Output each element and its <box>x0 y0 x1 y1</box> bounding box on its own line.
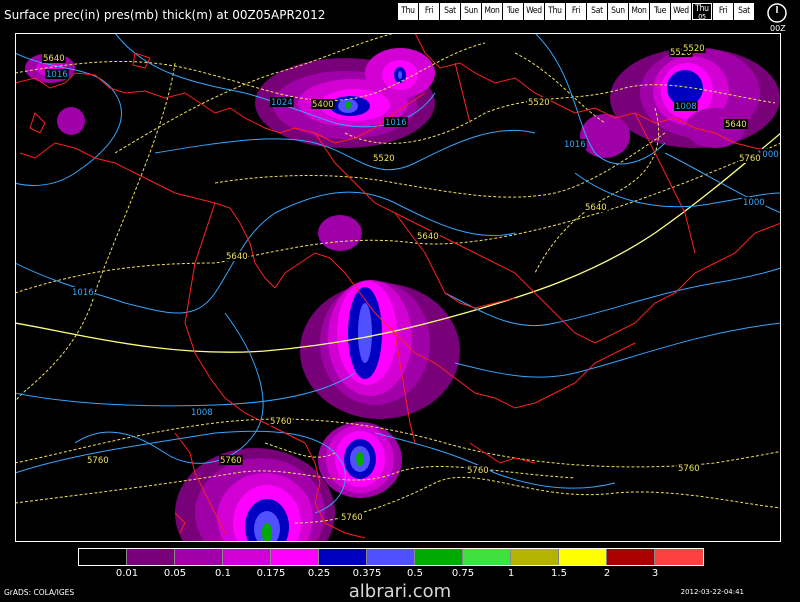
precip-legend-labels: 0.01 0.05 0.1 0.175 0.25 0.375 0.5 0.75 1 1.5 2 3 <box>78 568 723 582</box>
legend-label: 1 <box>507 568 515 579</box>
thickness-label: 5760 <box>678 464 700 474</box>
legend-label: 0.25 <box>307 568 331 579</box>
day-button[interactable]: Thu <box>398 3 418 20</box>
day-button[interactable]: Sun <box>461 3 481 20</box>
day-button[interactable]: Sat <box>734 3 754 20</box>
legend-label: 3 <box>651 568 659 579</box>
legend-swatch <box>367 549 415 565</box>
legend-swatch <box>319 549 367 565</box>
legend-label: 1.5 <box>551 568 567 579</box>
precip-legend <box>78 548 704 566</box>
legend-label: 0.75 <box>451 568 475 579</box>
thickness-label: 5520 <box>373 154 395 164</box>
day-button[interactable]: Wed <box>524 3 544 20</box>
isobar-label: 1016 <box>72 288 94 298</box>
legend-swatch <box>175 549 223 565</box>
thickness-label: 5760 <box>87 456 109 466</box>
day-label: Wed <box>673 6 689 16</box>
day-label: Sun <box>611 6 625 16</box>
day-label: Fri <box>718 6 728 16</box>
legend-swatch <box>223 549 271 565</box>
legend-label: 0.1 <box>215 568 231 579</box>
legend-swatch <box>415 549 463 565</box>
isobar-label: 1024 <box>271 98 293 108</box>
isobar-label: 1016 <box>564 140 586 150</box>
day-label: Thu <box>401 6 415 16</box>
day-button[interactable]: Tue <box>503 3 523 20</box>
legend-swatch <box>655 549 703 565</box>
day-button[interactable]: Thu <box>545 3 565 20</box>
isobar-label: 1008 <box>675 102 697 112</box>
day-label: Wed <box>526 6 542 16</box>
day-button[interactable]: Sat <box>440 3 460 20</box>
day-button[interactable]: Wed <box>671 3 691 20</box>
day-number: 05 <box>698 13 706 21</box>
day-button[interactable]: Mon <box>629 3 649 20</box>
thickness-label: 5760 <box>467 466 489 476</box>
weather-map[interactable]: 1016102410161016101610081008100010005640… <box>15 33 781 542</box>
day-label: Thu <box>548 6 562 16</box>
thickness-label: 5520 <box>683 44 705 54</box>
day-button[interactable]: Fri <box>419 3 439 20</box>
legend-label: 0.05 <box>163 568 187 579</box>
day-button[interactable]: Thu 05 <box>692 3 712 21</box>
legend-swatch <box>271 549 319 565</box>
day-label: Mon <box>484 6 500 16</box>
thickness-label: 5640 <box>725 120 747 130</box>
day-button[interactable]: Fri <box>713 3 733 20</box>
day-button[interactable]: Sun <box>608 3 628 20</box>
thickness-label: 5640 <box>43 54 65 64</box>
legend-swatch <box>127 549 175 565</box>
legend-swatch <box>79 549 127 565</box>
thickness-label: 5640 <box>585 203 607 213</box>
thickness-label: 5760 <box>739 154 761 164</box>
isobar-label: 1008 <box>191 408 213 418</box>
day-label: Sat <box>738 6 750 16</box>
timestamp: 2012-03-22-04:41 <box>680 588 744 596</box>
thickness-label: 5640 <box>417 232 439 242</box>
legend-label: 0.5 <box>407 568 423 579</box>
thickness-label: 5760 <box>270 417 292 427</box>
isobar-label: 1016 <box>385 118 407 128</box>
legend-swatch <box>607 549 655 565</box>
legend-label: 0.01 <box>115 568 139 579</box>
thickness-label: 5400 <box>312 100 334 110</box>
legend-label: 0.375 <box>352 568 382 579</box>
day-label: Tue <box>506 6 520 16</box>
day-label: Tue <box>653 6 667 16</box>
thickness-label: 5640 <box>226 252 248 262</box>
thickness-label: 5520 <box>528 98 550 108</box>
map-title: Surface prec(in) pres(mb) thick(m) at 00… <box>4 8 326 22</box>
isobar-label: 1016 <box>46 70 68 80</box>
thickness-label: 5760 <box>220 456 242 466</box>
legend-swatch <box>511 549 559 565</box>
thickness-label: 5760 <box>341 513 363 523</box>
clock-label: 00Z <box>770 24 786 33</box>
day-label: Sat <box>591 6 603 16</box>
day-label: Fri <box>571 6 581 16</box>
clock-icon <box>767 3 787 23</box>
day-label: Mon <box>631 6 647 16</box>
day-button[interactable]: Mon <box>482 3 502 20</box>
legend-swatch <box>463 549 511 565</box>
isobar-label: 1000 <box>743 198 765 208</box>
day-selector[interactable]: Thu Fri Sat Sun Mon Tue Wed Thu Fri Sat Sun Mon Tue W… <box>398 3 755 21</box>
day-label: Sun <box>464 6 478 16</box>
legend-label: 2 <box>603 568 611 579</box>
day-label: Sat <box>444 6 456 16</box>
legend-label: 0.175 <box>256 568 286 579</box>
day-label: Fri <box>424 6 434 16</box>
day-button[interactable]: Sat <box>587 3 607 20</box>
legend-swatch <box>559 549 607 565</box>
day-button[interactable]: Tue <box>650 3 670 20</box>
day-button[interactable]: Fri <box>566 3 586 20</box>
